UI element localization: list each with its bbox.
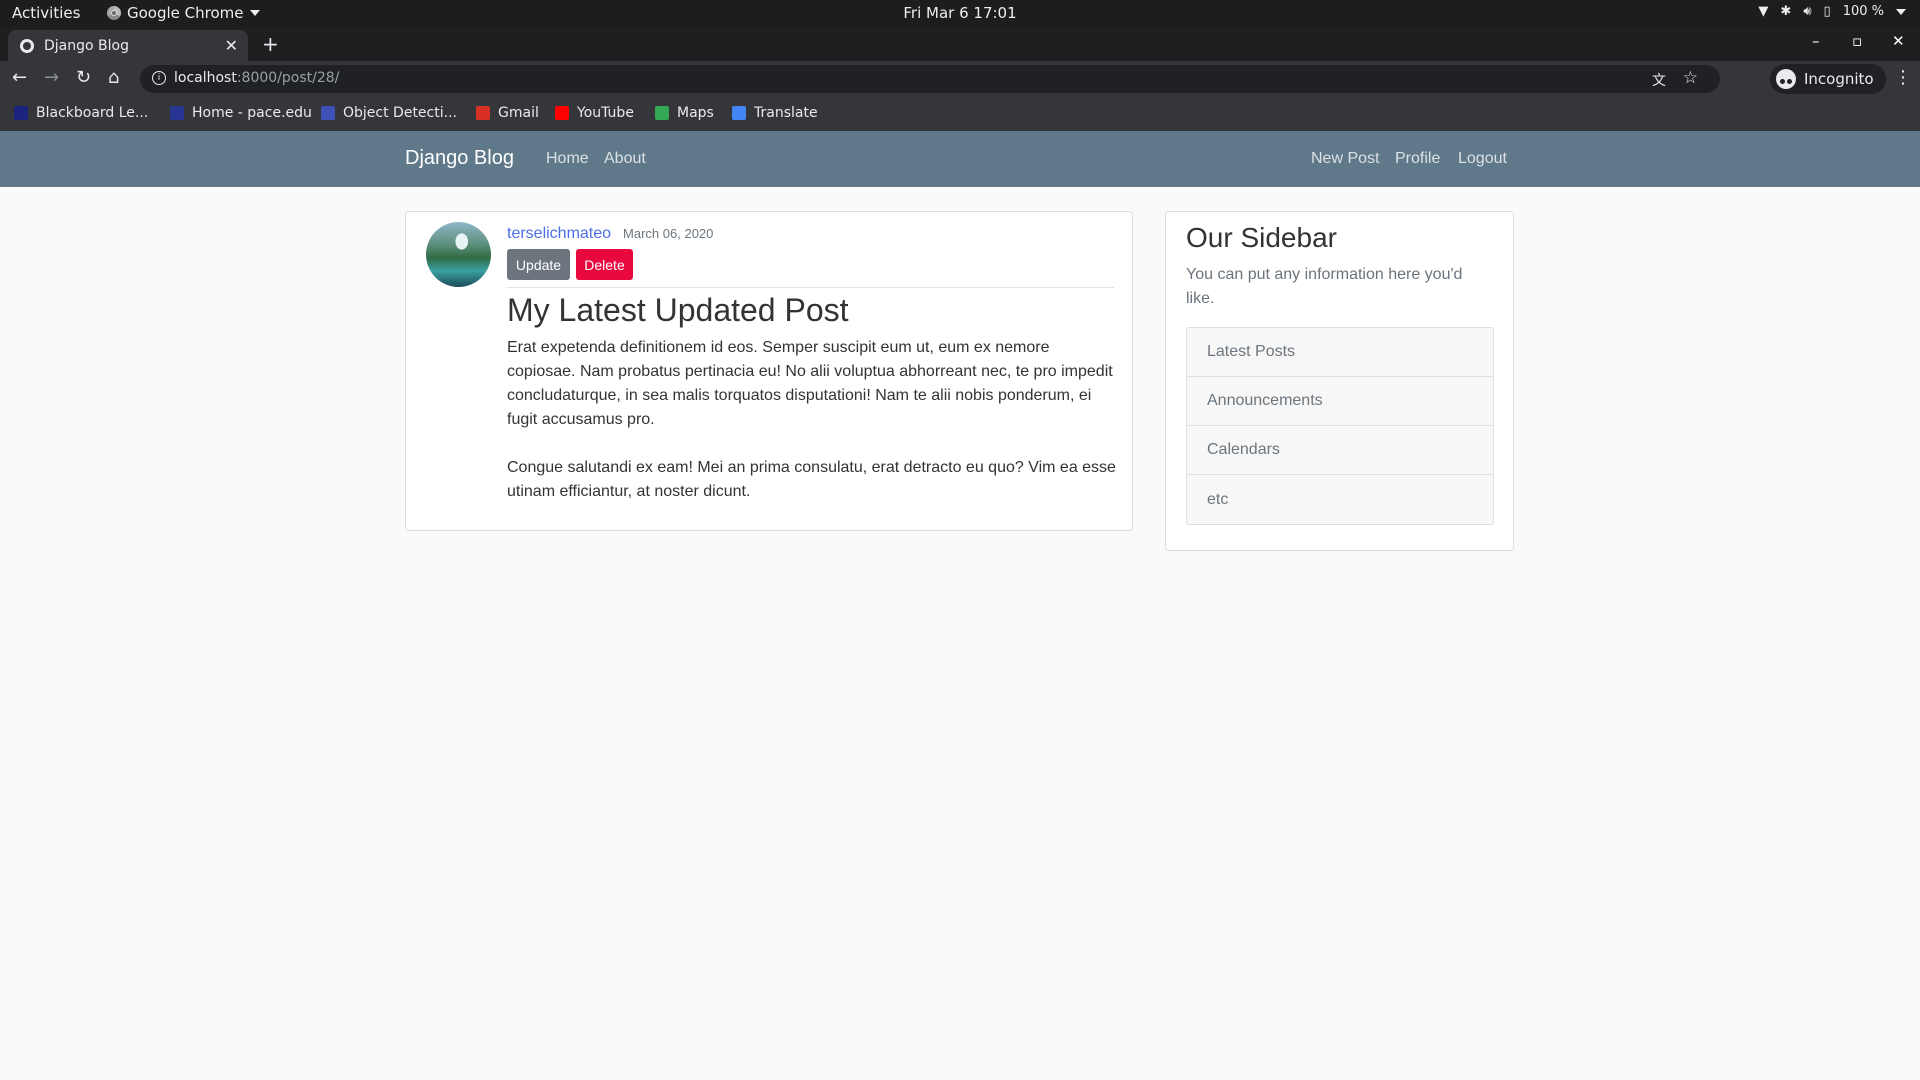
address-bar[interactable]: i localhost:8000/post/28/ 文 ☆ [140,65,1720,93]
bookmark-label: Object Detecti... [343,105,457,121]
tab-title: Django Blog [44,37,129,54]
bookmark-gmail[interactable]: Gmail [476,105,539,121]
tab-django-blog[interactable]: Django Blog ✕ [8,30,248,61]
sidebar: Our Sidebar You can put any information … [1165,211,1514,551]
incognito-label: Incognito [1804,70,1874,88]
info-icon[interactable]: i [152,71,166,85]
bookmark-label: Home - pace.edu [192,105,312,121]
divider [507,287,1114,288]
bookmarks-bar: Blackboard Le... Home - pace.edu Object … [0,97,1920,131]
post-date: March 06, 2020 [623,226,714,241]
chevron-down-icon [1896,8,1906,15]
bookmark-label: YouTube [577,105,634,121]
forward-arrow-icon[interactable]: → [44,67,59,88]
post-card: terselichmateo March 06, 2020 Update Del… [405,211,1133,531]
sidebar-item-announcements[interactable]: Announcements [1187,377,1493,426]
sidebar-title: Our Sidebar [1186,222,1337,253]
url-host: localhost [174,70,237,86]
nav-home-link[interactable]: Home [546,150,589,168]
bookmark-youtube[interactable]: YouTube [555,105,634,121]
bookmark-label: Translate [754,105,818,121]
delete-button[interactable]: Delete [576,249,633,280]
bookmark-maps[interactable]: Maps [655,105,714,121]
close-window-icon[interactable]: ✕ [1892,32,1905,50]
bookmark-translate[interactable]: Translate [732,105,818,121]
globe-icon [20,38,34,53]
author-link[interactable]: terselichmateo [507,225,611,243]
minimize-icon[interactable]: – [1812,32,1820,50]
post-title: My Latest Updated Post [507,292,849,328]
url-text[interactable]: localhost:8000/post/28/ [174,70,339,86]
translate-icon[interactable]: 文 [1652,70,1666,90]
sidebar-item-calendars[interactable]: Calendars [1187,426,1493,475]
post-paragraph: Erat expetenda definitionem id eos. Semp… [507,339,1113,428]
bookmark-blackboard[interactable]: Blackboard Le... [14,105,148,121]
nav-profile-link[interactable]: Profile [1395,150,1440,168]
update-button[interactable]: Update [507,249,570,280]
battery-icon: ▯ [1823,4,1831,19]
nav-logout-link[interactable]: Logout [1458,150,1507,168]
new-tab-button[interactable]: + [262,32,279,56]
translate-icon [732,106,746,120]
url-path: :8000/post/28/ [236,70,340,86]
browser-toolbar: ← → ↻ ⌂ i localhost:8000/post/28/ 文 ☆ In… [0,61,1920,97]
bookmark-object-detection[interactable]: Object Detecti... [321,105,457,121]
bookmark-label: Maps [677,105,714,121]
maximize-icon[interactable]: ▫ [1852,32,1862,50]
nav-about-link[interactable]: About [604,150,646,168]
close-tab-icon[interactable]: ✕ [225,36,238,55]
author-avatar [426,222,491,287]
post-body: Erat expetenda definitionem id eos. Semp… [507,336,1117,528]
incognito-profile-button[interactable]: Incognito [1770,64,1886,94]
system-tray[interactable]: ▼ ✱ 🔊︎ ▯ 100 % [1758,4,1906,19]
wifi-icon: ▼ [1758,4,1769,19]
youtube-icon [555,106,569,120]
back-arrow-icon[interactable]: ← [12,67,27,88]
site-brand[interactable]: Django Blog [405,147,514,170]
bookmark-label: Blackboard Le... [36,105,149,121]
nav-new-post-link[interactable]: New Post [1311,150,1379,168]
volume-icon: 🔊︎ [1803,4,1812,19]
tab-strip: Django Blog ✕ [0,27,1920,61]
sidebar-description: You can put any information here you'd l… [1186,266,1463,307]
bookmark-favicon-icon [14,106,28,120]
incognito-icon [1776,69,1796,89]
clock[interactable]: Fri Mar 6 17:01 [0,4,1920,22]
post-paragraph: Congue salutandi ex eam! Mei an prima co… [507,459,1116,500]
bluetooth-icon: ✱ [1780,4,1792,19]
maps-icon [655,106,669,120]
sidebar-list: Latest Posts Announcements Calendars etc [1186,327,1494,525]
bookmark-favicon-icon [321,106,335,120]
bookmark-label: Gmail [498,105,539,121]
more-menu-icon[interactable]: ⋮ [1894,67,1912,88]
sidebar-item-latest-posts[interactable]: Latest Posts [1187,328,1493,377]
bookmark-star-icon[interactable]: ☆ [1683,68,1698,88]
home-icon[interactable]: ⌂ [108,67,119,88]
post-meta: terselichmateo March 06, 2020 [507,225,713,243]
sidebar-item-etc[interactable]: etc [1187,475,1493,524]
reload-icon[interactable]: ↻ [76,67,91,88]
battery-percent: 100 % [1842,4,1884,19]
system-top-bar: Activities Google Chrome Fri Mar 6 17:01… [0,0,1920,27]
site-navbar: Django Blog Home About New Post Profile … [0,131,1920,187]
bookmark-favicon-icon [170,106,184,120]
gmail-icon [476,106,490,120]
bookmark-home-pace[interactable]: Home - pace.edu [170,105,312,121]
